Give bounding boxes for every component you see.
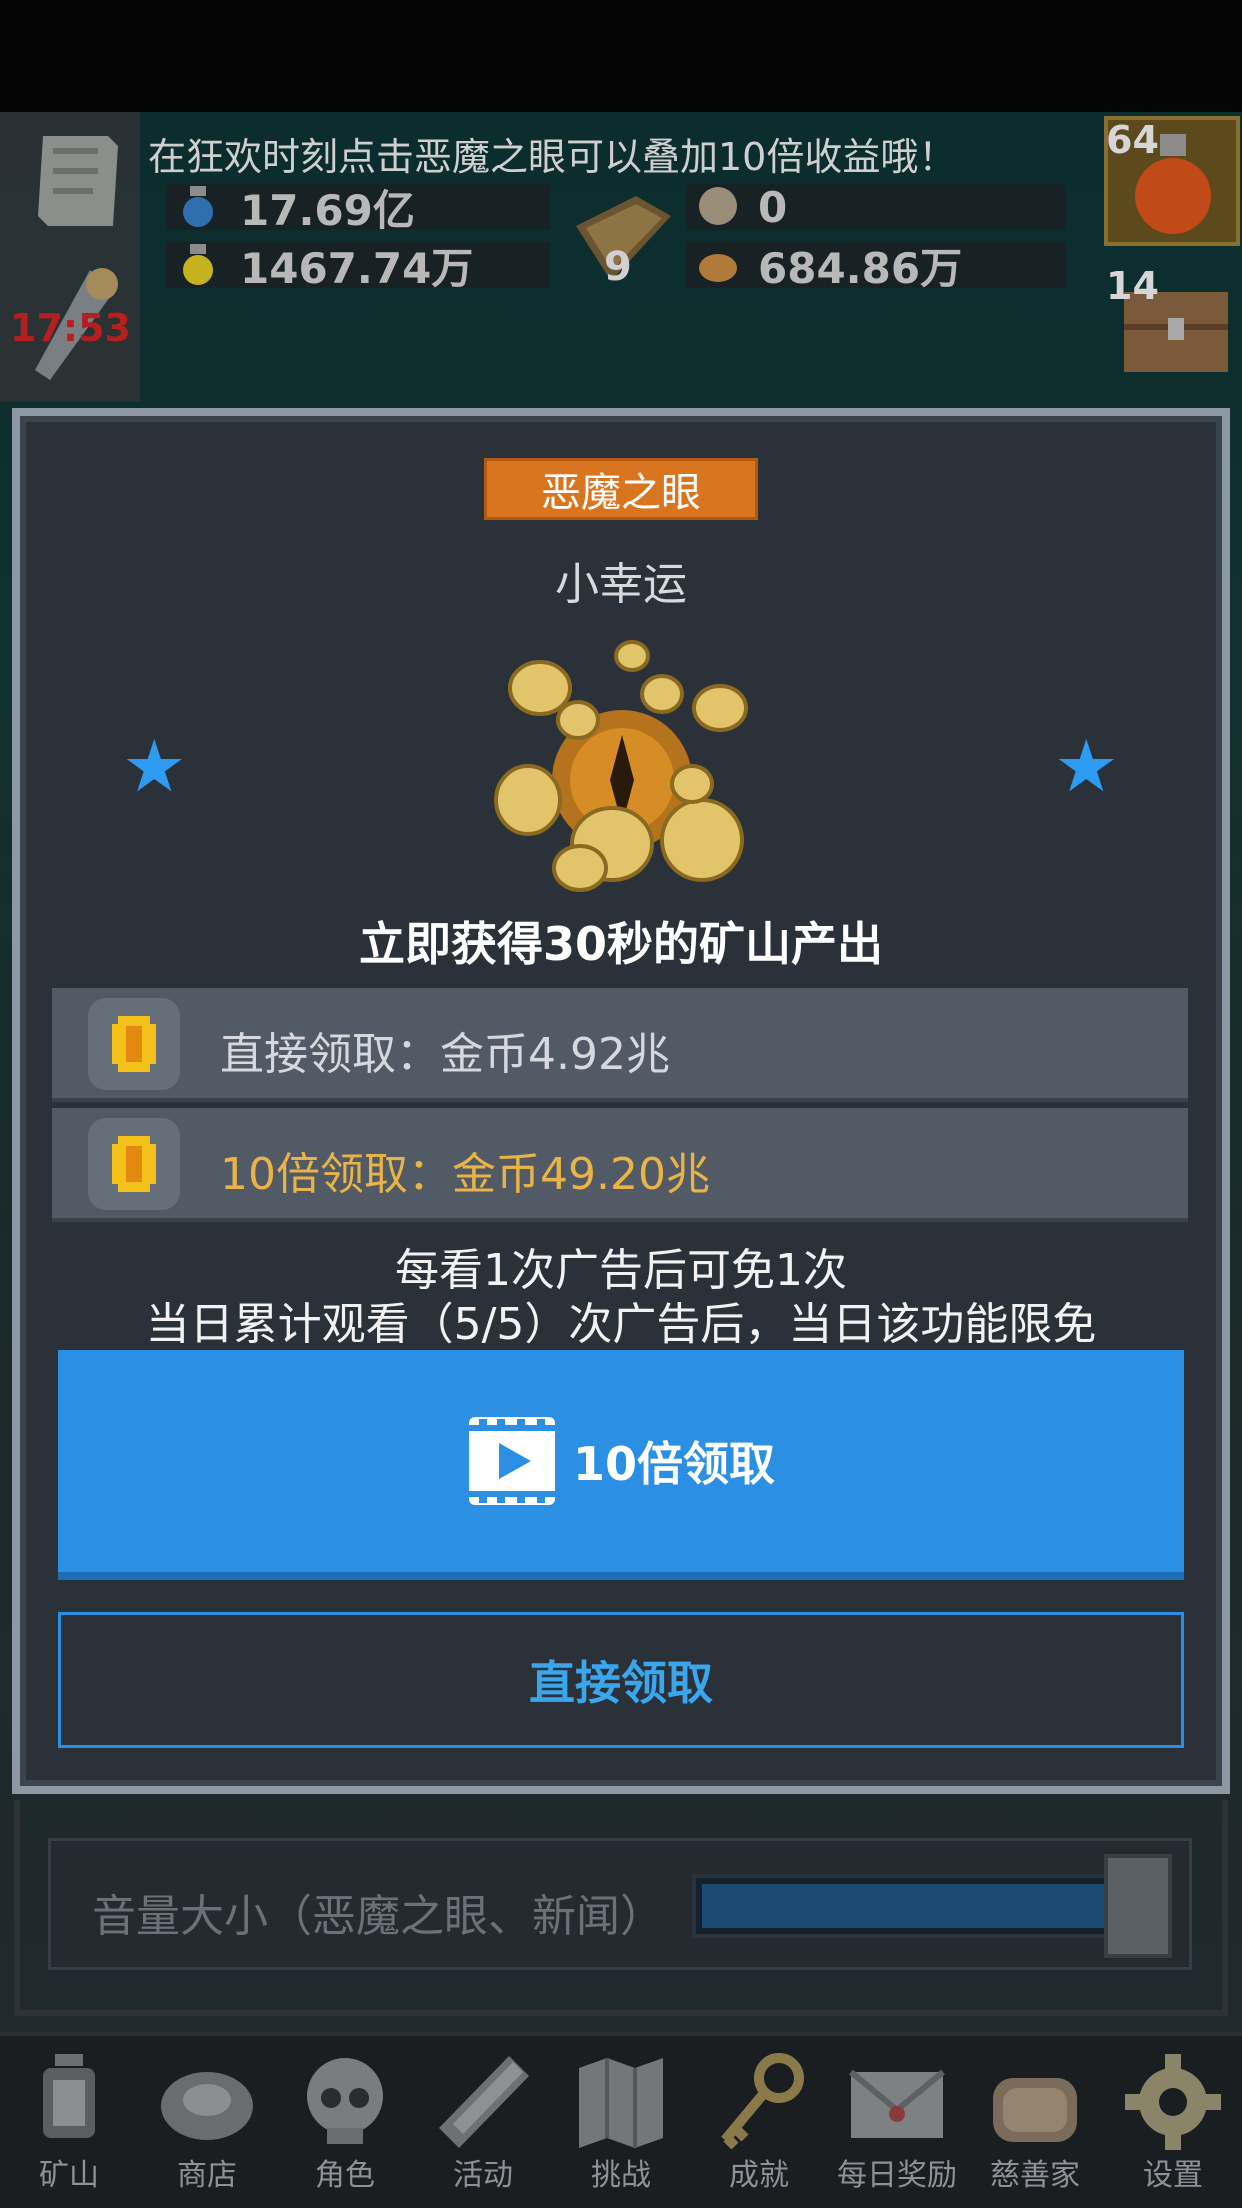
nav-item-settings[interactable]: 设置 [1104,2036,1242,2208]
chest-count: 14 [1106,264,1159,308]
primary-button-label: 10倍领取 [572,1437,775,1491]
map-icon [579,2058,663,2148]
scroll-icon[interactable] [28,126,128,236]
star-icon: ★ [1054,724,1119,808]
volume-slider-fill [702,1884,1116,1928]
gold-coin-icon [112,1016,156,1072]
secondary-button-label: 直接领取 [529,1656,713,1710]
blue-potion-value: 17.69亿 [240,185,415,235]
volume-slider-handle[interactable] [1104,1854,1172,1958]
nav-item-challenge[interactable]: 挑战 [552,2036,690,2208]
yellow-potion-value: 1467.74万 [240,243,474,293]
nav-label: 角色 [315,2158,375,2193]
nav-item-events[interactable]: 活动 [414,2036,552,2208]
dialog-title: 恶魔之眼 [484,458,758,520]
scroll-icon [439,2056,529,2148]
key-icon [721,2053,804,2150]
coin-icon-box [88,1118,180,1210]
envelope-icon [849,2069,945,2138]
video-play-icon [468,1417,555,1505]
blue-potion-icon [183,186,213,227]
watch-ad-claim-10x-button[interactable]: 10倍领取 [58,1350,1184,1580]
nav-item-achievements[interactable]: 成就 [690,2036,828,2208]
option-multiplier-row: 10倍领取：金币49.20兆 [52,1108,1188,1222]
nav-item-mine[interactable]: 矿山 [0,2036,138,2208]
book-count: 9 [604,244,632,290]
nav-label: 每日奖励 [837,2158,957,2193]
nav-label: 挑战 [591,2158,651,2193]
resource-bar [686,184,1066,230]
skull-icon [307,2058,383,2144]
yellow-potion-icon [183,244,213,285]
ad-note-line2: 当日累计观看（5/5）次广告后，当日该功能限免 [145,1299,1097,1350]
bottom-nav: 矿山 商店 角色 活动 挑战 成就 每日奖励 慈善家 设置 [0,2032,1242,2208]
ore-icon [699,254,737,282]
option-multiplier-text: 10倍领取：金币49.20兆 [220,1149,710,1200]
claim-direct-button[interactable]: 直接领取 [58,1612,1184,1748]
nav-label: 活动 [453,2158,513,2193]
nav-label: 商店 [177,2158,237,2193]
shop-icon [161,2072,253,2140]
nav-item-character[interactable]: 角色 [276,2036,414,2208]
dialog-subtitle: 小幸运 [555,559,687,610]
bread-icon [993,2078,1077,2142]
lantern-icon [43,2054,95,2138]
nav-label: 矿山 [39,2158,99,2193]
nav-label: 成就 [729,2158,789,2193]
marquee-text: 在狂欢时刻点击恶魔之眼可以叠加10倍收益哦！ [148,135,957,179]
star-icon: ★ [122,724,187,808]
option-direct-text: 直接领取：金币4.92兆 [220,1029,670,1080]
skull-coin-icon [699,187,737,225]
status-area [0,0,1242,112]
skull-coin-value: 0 [758,182,788,232]
gear-icon [1125,2054,1221,2150]
demon-eye-coins-icon [494,640,748,892]
gold-coin-icon [112,1136,156,1192]
ore-value: 684.86万 [758,243,963,293]
nav-label: 慈善家 [990,2158,1080,2193]
coin-icon-box [88,998,180,1090]
nav-item-shop[interactable]: 商店 [138,2036,276,2208]
potion-count: 64 [1106,118,1159,162]
dialog-headline: 立即获得30秒的矿山产出 [358,917,883,971]
event-timer: 17:53 [10,306,131,350]
volume-slider[interactable] [692,1874,1172,1938]
option-direct-row: 直接领取：金币4.92兆 [52,988,1188,1102]
volume-label: 音量大小（恶魔之眼、新闻） [92,1891,664,1942]
nav-item-daily-reward[interactable]: 每日奖励 [828,2036,966,2208]
nav-item-philanthropist[interactable]: 慈善家 [966,2036,1104,2208]
nav-label: 设置 [1143,2158,1203,2193]
